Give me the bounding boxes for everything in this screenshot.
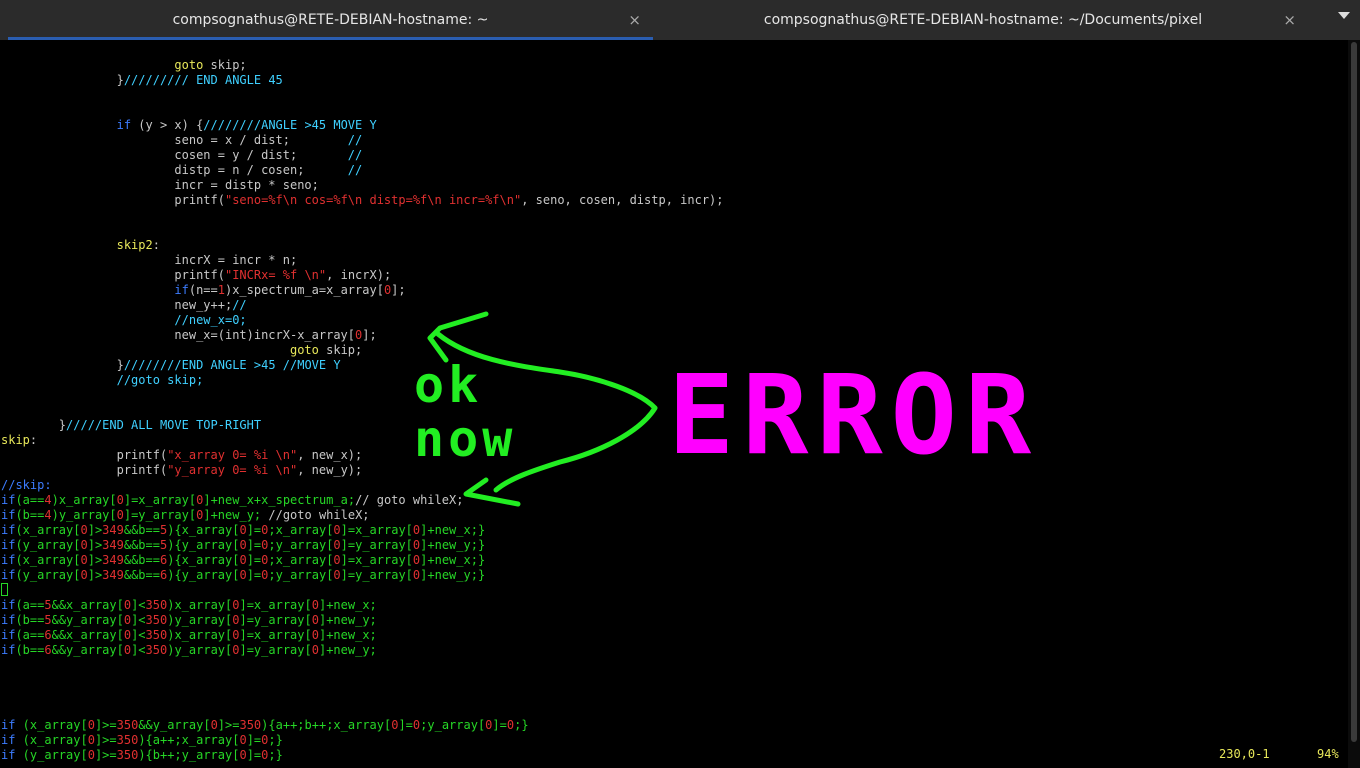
tab-title: compsognathus@RETE-DEBIAN-hostname: ~/Do…: [763, 12, 1203, 28]
close-icon[interactable]: ×: [628, 11, 641, 29]
text-cursor: [1, 583, 8, 596]
cursor-position: 230,0-1: [1219, 747, 1270, 761]
tab-pixel-terminal[interactable]: compsognathus@RETE-DEBIAN-hostname: ~/Do…: [658, 0, 1308, 40]
tab-bar: compsognathus@RETE-DEBIAN-hostname: ~ × …: [0, 0, 1360, 40]
tab-title: compsognathus@RETE-DEBIAN-hostname: ~: [172, 12, 489, 28]
scrollbar-thumb[interactable]: [1351, 42, 1357, 742]
vim-buffer[interactable]: goto skip; }///////// END ANGLE 45 if (y…: [1, 58, 724, 763]
terminal-view[interactable]: goto skip; }///////// END ANGLE 45 if (y…: [0, 40, 1348, 768]
terminal-scrollbar[interactable]: [1348, 40, 1360, 768]
tab-menu-dropdown-icon[interactable]: [1338, 12, 1350, 19]
close-icon[interactable]: ×: [1283, 11, 1296, 29]
tab-home-terminal[interactable]: compsognathus@RETE-DEBIAN-hostname: ~ ×: [8, 0, 653, 40]
scroll-percent: 94%: [1317, 747, 1339, 761]
